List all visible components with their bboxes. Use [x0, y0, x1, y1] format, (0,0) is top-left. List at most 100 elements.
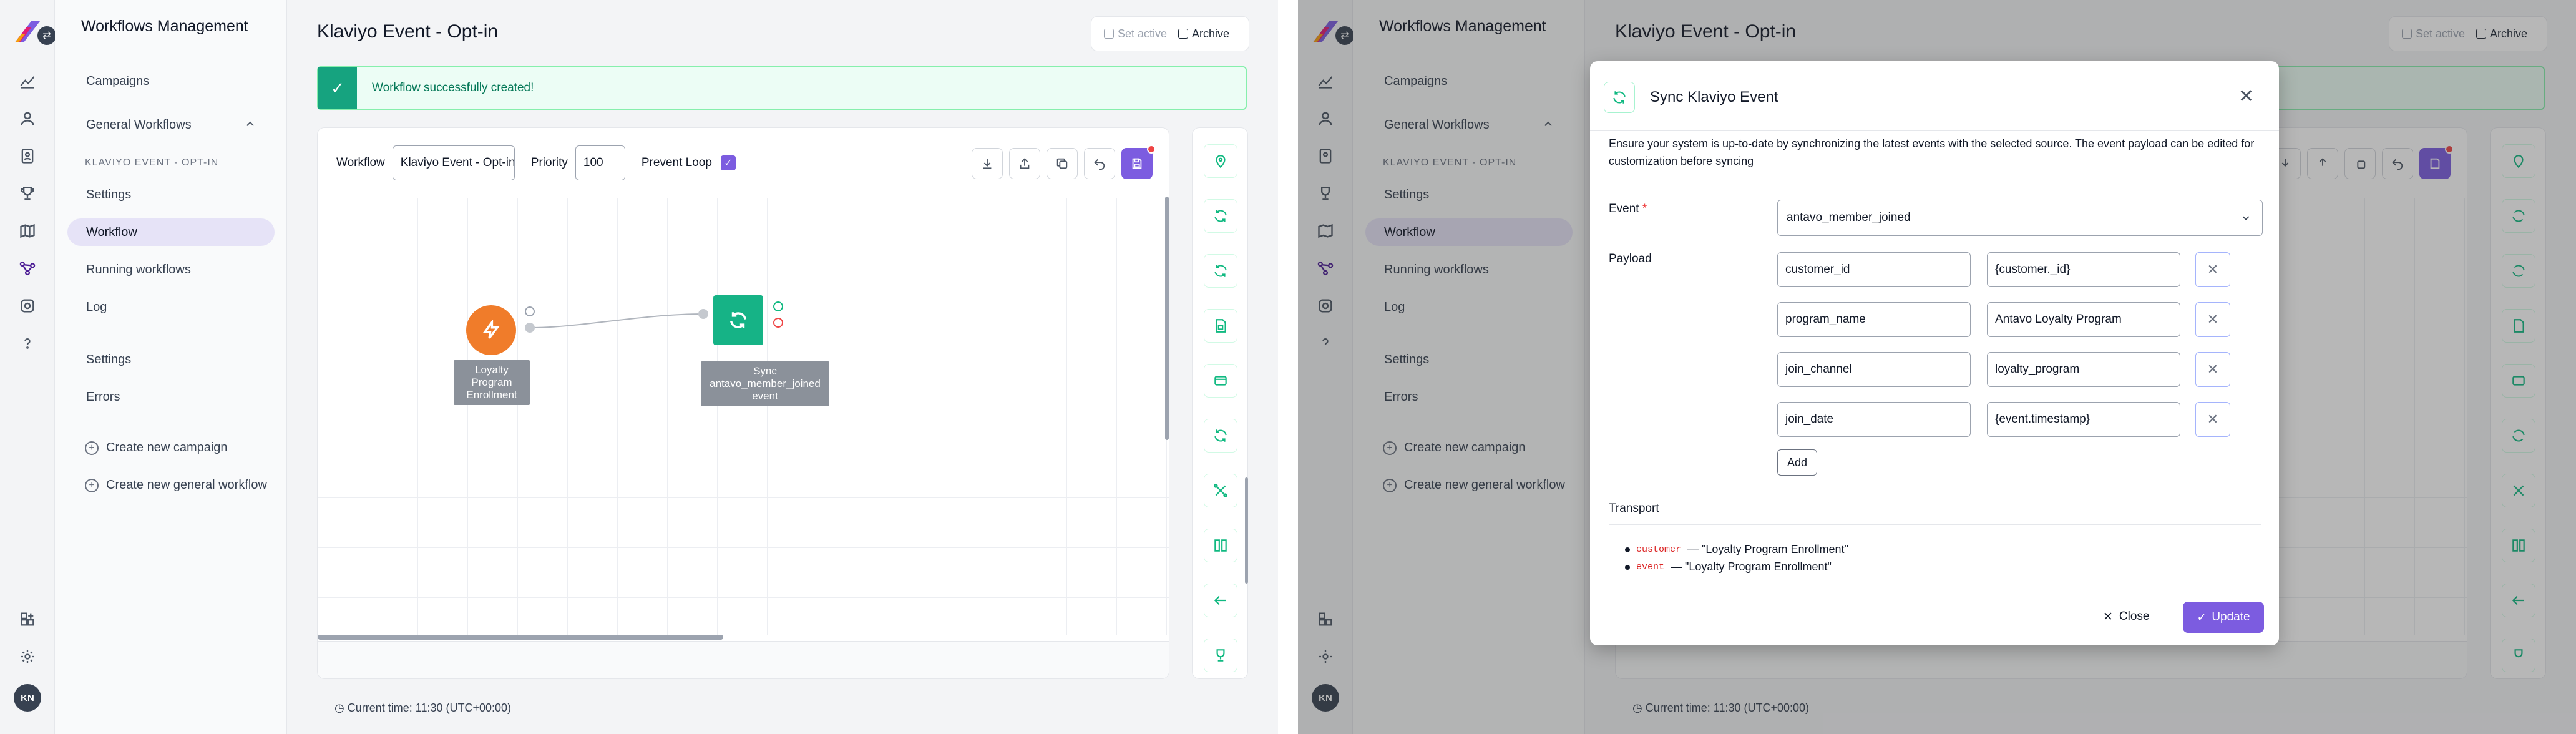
chevron-down-icon: [2242, 216, 2250, 220]
payload-value-input[interactable]: {customer._id}: [1987, 252, 2180, 287]
plus-icon: +: [85, 478, 99, 492]
priority-label: Priority: [530, 156, 568, 169]
trigger-node[interactable]: [466, 305, 516, 355]
current-time-text: Current time: 11:30 (UTC+00:00): [347, 702, 512, 714]
close-label: Close: [2119, 610, 2150, 623]
payload-value-input[interactable]: {event.timestamp}: [1987, 402, 2180, 437]
nav-item-settings-global[interactable]: Settings: [67, 346, 275, 373]
nav-item-workflow[interactable]: Workflow: [67, 218, 275, 246]
upload-button[interactable]: [1009, 148, 1040, 179]
map-icon[interactable]: [17, 221, 37, 241]
workflow-name-label: Workflow: [336, 156, 385, 169]
action-node-label: Sync antavo_member_joined event: [701, 361, 829, 406]
split-node-icon[interactable]: [1204, 529, 1237, 562]
save-button[interactable]: [1121, 145, 1156, 179]
payload-label: Payload: [1609, 252, 1652, 265]
action-node[interactable]: [713, 295, 763, 345]
trophy-icon[interactable]: [17, 184, 37, 203]
success-port[interactable]: [773, 301, 783, 311]
nav-item-errors[interactable]: Errors: [67, 383, 275, 411]
sync-node-icon[interactable]: [1204, 419, 1237, 453]
sync-node-icon[interactable]: [1204, 199, 1237, 233]
close-icon[interactable]: ✕: [2238, 87, 2254, 106]
add-payload-button[interactable]: Add: [1777, 449, 1817, 476]
transport-item: event — "Loyalty Program Enrollment": [1625, 560, 1832, 574]
editor-footer: [318, 641, 1169, 678]
node-port[interactable]: [525, 306, 535, 316]
event-label-text: Event: [1609, 202, 1639, 215]
switch-app-icon[interactable]: ⇄: [37, 26, 56, 45]
transport-text: — "Loyalty Program Enrollment": [1671, 560, 1832, 573]
modules-icon[interactable]: [17, 609, 37, 629]
nav-item-settings[interactable]: Settings: [67, 181, 275, 208]
node-port[interactable]: [698, 309, 708, 319]
tools-node-icon[interactable]: [1204, 474, 1237, 507]
analytics-icon[interactable]: [17, 71, 37, 91]
nav-item-running-workflows[interactable]: Running workflows: [67, 256, 275, 283]
avatar[interactable]: KN: [14, 684, 41, 712]
vertical-scrollbar[interactable]: [1165, 197, 1169, 440]
plus-icon: +: [85, 441, 99, 455]
close-button[interactable]: ✕ Close: [2103, 602, 2150, 632]
location-node-icon[interactable]: [1204, 144, 1237, 178]
contacts-book-icon[interactable]: [17, 146, 37, 166]
sync-node-icon[interactable]: [1204, 254, 1237, 288]
icon-rail: ⇄ KN: [0, 0, 56, 734]
set-active-button[interactable]: Set active: [1104, 27, 1167, 41]
payload-key-input[interactable]: program_name: [1777, 302, 1971, 337]
archive-button[interactable]: Archive: [1178, 27, 1229, 41]
document-node-icon[interactable]: [1204, 309, 1237, 343]
payload-key-input[interactable]: join_channel: [1777, 352, 1971, 387]
user-icon[interactable]: [17, 109, 37, 129]
payload-value-input[interactable]: loyalty_program: [1987, 352, 2180, 387]
trigger-node-label: Loyalty Program Enrollment: [454, 360, 530, 405]
download-button[interactable]: [972, 148, 1003, 179]
clock-icon: ◷: [334, 702, 344, 714]
priority-input[interactable]: 100: [575, 145, 625, 180]
update-button[interactable]: ✓ Update: [2183, 602, 2264, 633]
instagram-icon[interactable]: [17, 296, 37, 316]
payload-value-input[interactable]: Antavo Loyalty Program: [1987, 302, 2180, 337]
node-port[interactable]: [525, 323, 535, 333]
transport-code: customer: [1636, 544, 1682, 555]
modal-header: Sync Klaviyo Event ✕: [1590, 61, 2279, 131]
app-title: Workflows Management: [81, 17, 248, 35]
remove-row-button[interactable]: ✕: [2195, 252, 2230, 287]
arrow-left-node-icon[interactable]: [1204, 584, 1237, 617]
editor-toolbar: Workflow Klaviyo Event - Opt-in Priority…: [318, 128, 1169, 198]
nav-section-heading: KLAVIYO EVENT - OPT-IN: [85, 157, 219, 168]
remove-row-button[interactable]: ✕: [2195, 352, 2230, 387]
modal-description: Ensure your system is up-to-date by sync…: [1609, 137, 2255, 167]
nav-item-log[interactable]: Log: [67, 293, 275, 321]
nav-item-general-workflows[interactable]: General Workflows: [67, 111, 275, 139]
settings-gear-icon[interactable]: [17, 647, 37, 667]
create-workflow-link[interactable]: + Create new general workflow: [85, 478, 267, 492]
sync-event-modal-screen: ⇄ KN Workflows Management Campaigns Gene…: [1298, 0, 2576, 734]
prevent-loop-label: Prevent Loop: [641, 156, 712, 169]
card-node-icon[interactable]: [1204, 364, 1237, 398]
copy-button[interactable]: [1046, 148, 1078, 179]
current-time: ◷ Current time: 11:30 (UTC+00:00): [334, 702, 511, 715]
create-campaign-link[interactable]: + Create new campaign: [85, 441, 228, 455]
trophy-node-icon[interactable]: [1204, 639, 1237, 672]
nav-item-campaigns[interactable]: Campaigns: [67, 67, 275, 95]
chevron-up-icon: [246, 121, 254, 126]
remove-row-button[interactable]: ✕: [2195, 402, 2230, 437]
header-actions: Set active Archive: [1091, 16, 1249, 51]
payload-key-input[interactable]: customer_id: [1777, 252, 1971, 287]
event-select[interactable]: antavo_member_joined: [1777, 200, 2263, 236]
workflow-canvas[interactable]: Loyalty Program Enrollment Sync antavo_m…: [318, 198, 1169, 635]
horizontal-scrollbar[interactable]: [318, 635, 723, 640]
undo-button[interactable]: [1084, 148, 1115, 179]
workflow-name-input[interactable]: Klaviyo Event - Opt-in: [392, 145, 515, 180]
palette-scrollbar[interactable]: [1245, 477, 1248, 584]
workflows-icon[interactable]: [17, 258, 37, 278]
payload-key-input[interactable]: join_date: [1777, 402, 1971, 437]
remove-row-button[interactable]: ✕: [2195, 302, 2230, 337]
workflow-editor: Workflow Klaviyo Event - Opt-in Priority…: [317, 127, 1169, 679]
prevent-loop-checkbox[interactable]: ✓: [720, 155, 736, 170]
create-workflow-label: Create new general workflow: [106, 478, 267, 492]
help-icon[interactable]: [17, 333, 37, 353]
toggle-icon: [1104, 29, 1114, 39]
failure-port[interactable]: [773, 318, 783, 328]
